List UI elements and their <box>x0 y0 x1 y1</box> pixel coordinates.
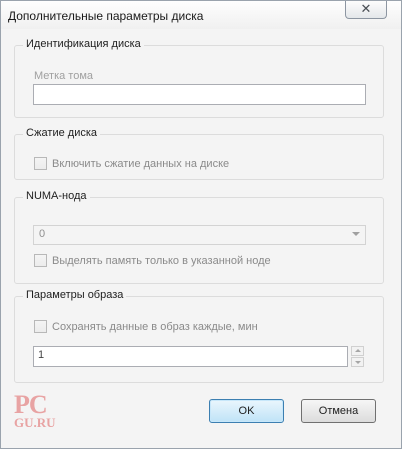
numa-node-select[interactable]: 0 <box>33 225 366 245</box>
spin-up-icon[interactable] <box>351 346 364 356</box>
image-parameters-group: Параметры образа <box>14 289 384 383</box>
save-image-label: Сохранять данные в образ каждые, мин <box>52 320 258 333</box>
close-icon: ✕ <box>360 2 372 17</box>
restrict-memory-checkbox[interactable] <box>34 254 47 267</box>
watermark-logo-bottom: GU.RU <box>14 415 56 430</box>
cancel-button[interactable]: Отмена <box>301 399 376 423</box>
window-title: Дополнительные параметры диска <box>8 9 204 23</box>
close-button[interactable]: ✕ <box>345 1 387 19</box>
save-interval-input[interactable]: 1 <box>33 346 348 367</box>
volume-label-input[interactable] <box>33 84 366 105</box>
save-interval-spinner <box>351 346 364 367</box>
enable-compression-label: Включить сжатие данных на диске <box>52 157 230 170</box>
enable-compression-checkbox-row[interactable]: Включить сжатие данных на диске <box>34 157 229 170</box>
watermark-logo: PC GU.RU <box>14 392 56 430</box>
group-caption-compression: Сжатие диска <box>23 127 101 139</box>
volume-label-caption: Метка тома <box>34 70 94 82</box>
group-caption-image: Параметры образа <box>23 289 127 301</box>
spin-down-icon[interactable] <box>351 357 364 367</box>
numa-node-value: 0 <box>39 228 46 240</box>
ok-button[interactable]: OK <box>209 399 284 423</box>
chevron-down-icon <box>352 232 360 236</box>
save-image-checkbox-row[interactable]: Сохранять данные в образ каждые, мин <box>34 320 258 333</box>
group-caption-identification: Идентификация диска <box>23 38 144 50</box>
restrict-memory-label: Выделять память только в указанной ноде <box>52 254 271 267</box>
group-caption-numa: NUMA-нода <box>23 190 90 202</box>
save-image-checkbox[interactable] <box>34 320 47 333</box>
restrict-memory-checkbox-row[interactable]: Выделять память только в указанной ноде <box>34 254 271 267</box>
title-bar[interactable]: Дополнительные параметры диска ✕ <box>1 1 401 29</box>
enable-compression-checkbox[interactable] <box>34 157 47 170</box>
